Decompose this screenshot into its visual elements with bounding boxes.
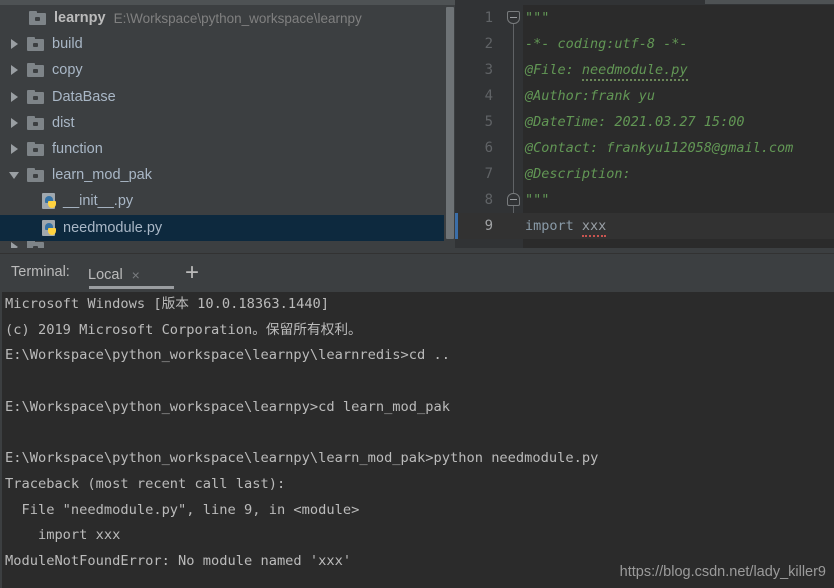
editor-line-5[interactable]: 5 @DateTime: 2021.03.27 15:00 — [455, 109, 834, 135]
chevron-right-icon[interactable] — [8, 241, 21, 248]
line-number: 9 — [484, 218, 493, 234]
tree-row-root[interactable]: learnpy E:\Workspace\python_workspace\le… — [0, 5, 444, 31]
tree-item-label: learn_mod_pak — [52, 167, 152, 184]
tree-row-init-py[interactable]: __init__.py — [0, 188, 444, 214]
line-code: @Description: — [525, 166, 631, 182]
line-code: @File: needmodule.py — [525, 57, 688, 83]
line-number: 8 — [484, 192, 493, 208]
line-code: """ — [525, 192, 550, 208]
terminal-line: Microsoft Windows [版本 10.0.18363.1440] — [5, 296, 330, 312]
line-code: @Contact: frankyu112058@gmail.com — [525, 140, 794, 156]
terminal-line: E:\Workspace\python_workspace\learnpy>cd… — [5, 398, 450, 415]
terminal-output[interactable]: Microsoft Windows [版本 10.0.18363.1440] (… — [0, 292, 834, 588]
terminal-line: E:\Workspace\python_workspace\learnpy\le… — [5, 347, 450, 364]
editor-line-9[interactable]: 9 import xxx — [455, 213, 834, 239]
watermark-text: https://blog.csdn.net/lady_killer9 — [619, 564, 826, 580]
terminal-line: import xxx — [5, 527, 121, 544]
terminal-active-tab-indicator — [89, 286, 174, 289]
line-number: 1 — [484, 10, 493, 26]
editor-line-3[interactable]: 3 @File: needmodule.py — [455, 57, 834, 83]
chevron-right-icon[interactable] — [8, 64, 21, 77]
terminal-line: (c) 2019 Microsoft Corporation。保留所有权利。 — [5, 321, 362, 338]
folder-icon — [27, 63, 44, 78]
project-tree-panel[interactable]: learnpy E:\Workspace\python_workspace\le… — [0, 5, 444, 248]
line-code-filename: needmodule.py — [581, 62, 688, 81]
editor-top-strip-highlight — [705, 0, 834, 4]
line-code-prefix: @File: — [525, 62, 582, 78]
line-number: 3 — [484, 62, 493, 78]
pycharm-window: learnpy E:\Workspace\python_workspace\le… — [0, 0, 834, 588]
tree-row-needmodule-py[interactable]: needmodule.py — [0, 214, 444, 241]
line-number: 2 — [484, 36, 493, 52]
line-code: import xxx — [525, 213, 607, 239]
folder-icon — [27, 240, 44, 248]
tree-item-label: copy — [52, 62, 83, 79]
tree-row-learn-mod-pak[interactable]: learn_mod_pak — [0, 162, 444, 188]
code-editor[interactable]: 1 """ 2 -*- coding:utf-8 -*- 3 @File: ne… — [455, 5, 834, 248]
folder-icon — [27, 115, 44, 130]
python-file-icon — [42, 193, 58, 210]
line-number: 5 — [484, 114, 493, 130]
editor-line-4[interactable]: 4 @Author:frank yu — [455, 83, 834, 109]
tree-root-label: learnpy — [54, 10, 106, 27]
tree-row-clipped-next[interactable] — [0, 240, 444, 248]
chevron-right-icon[interactable] — [8, 90, 21, 103]
terminal-tab-label: Local — [88, 267, 123, 283]
terminal-tab-local[interactable]: Local × — [88, 262, 140, 288]
folder-icon — [27, 168, 44, 183]
terminal-label: Terminal: — [11, 264, 70, 280]
tree-item-label: DataBase — [52, 88, 116, 105]
editor-line-2[interactable]: 2 -*- coding:utf-8 -*- — [455, 31, 834, 57]
tree-row-database[interactable]: DataBase — [0, 84, 444, 110]
unresolved-module-name: xxx — [581, 218, 607, 237]
python-file-icon — [42, 219, 58, 236]
editor-line-7[interactable]: 7 @Description: — [455, 161, 834, 187]
chevron-right-icon[interactable] — [8, 116, 21, 129]
scrollbar-thumb[interactable] — [446, 7, 454, 239]
close-icon[interactable]: × — [132, 268, 140, 282]
import-keyword: import — [525, 218, 574, 234]
tree-row-function[interactable]: function — [0, 136, 444, 162]
tree-item-label: __init__.py — [63, 193, 134, 210]
terminal-line: E:\Workspace\python_workspace\learnpy\le… — [5, 450, 599, 467]
chevron-right-icon[interactable] — [8, 38, 21, 51]
terminal-line: Traceback (most recent call last): — [5, 475, 286, 492]
terminal-line: File "needmodule.py", line 9, in <module… — [5, 501, 360, 518]
tree-row-copy[interactable]: copy — [0, 57, 444, 83]
tree-row-build[interactable]: build — [0, 31, 444, 57]
add-terminal-tab-button[interactable]: + — [185, 260, 199, 286]
line-code: """ — [525, 10, 550, 26]
tree-item-label: function — [52, 141, 103, 158]
line-number: 6 — [484, 140, 493, 156]
folder-icon — [29, 11, 46, 26]
editor-line-8[interactable]: 8 """ — [455, 187, 834, 213]
chevron-down-icon[interactable] — [8, 169, 21, 182]
tree-root-path: E:\Workspace\python_workspace\learnpy — [113, 10, 362, 26]
line-number: 7 — [484, 166, 493, 182]
editor-line-6[interactable]: 6 @Contact: frankyu112058@gmail.com — [455, 135, 834, 161]
editor-line-1[interactable]: 1 """ — [455, 5, 834, 31]
folder-icon — [27, 142, 44, 157]
project-tree-scrollbar[interactable] — [445, 5, 455, 248]
tree-item-label: build — [52, 36, 83, 53]
tree-item-label: dist — [52, 114, 75, 131]
tree-row-dist[interactable]: dist — [0, 110, 444, 136]
line-code: -*- coding:utf-8 -*- — [525, 36, 688, 52]
tree-item-label: needmodule.py — [63, 219, 163, 236]
chevron-placeholder-icon — [8, 12, 21, 25]
line-code: @DateTime: 2021.03.27 15:00 — [525, 114, 745, 130]
chevron-right-icon[interactable] — [8, 143, 21, 156]
folder-icon — [27, 89, 44, 104]
folder-icon — [27, 37, 44, 52]
line-number: 4 — [484, 88, 493, 104]
line-code: @Author:frank yu — [525, 88, 656, 104]
